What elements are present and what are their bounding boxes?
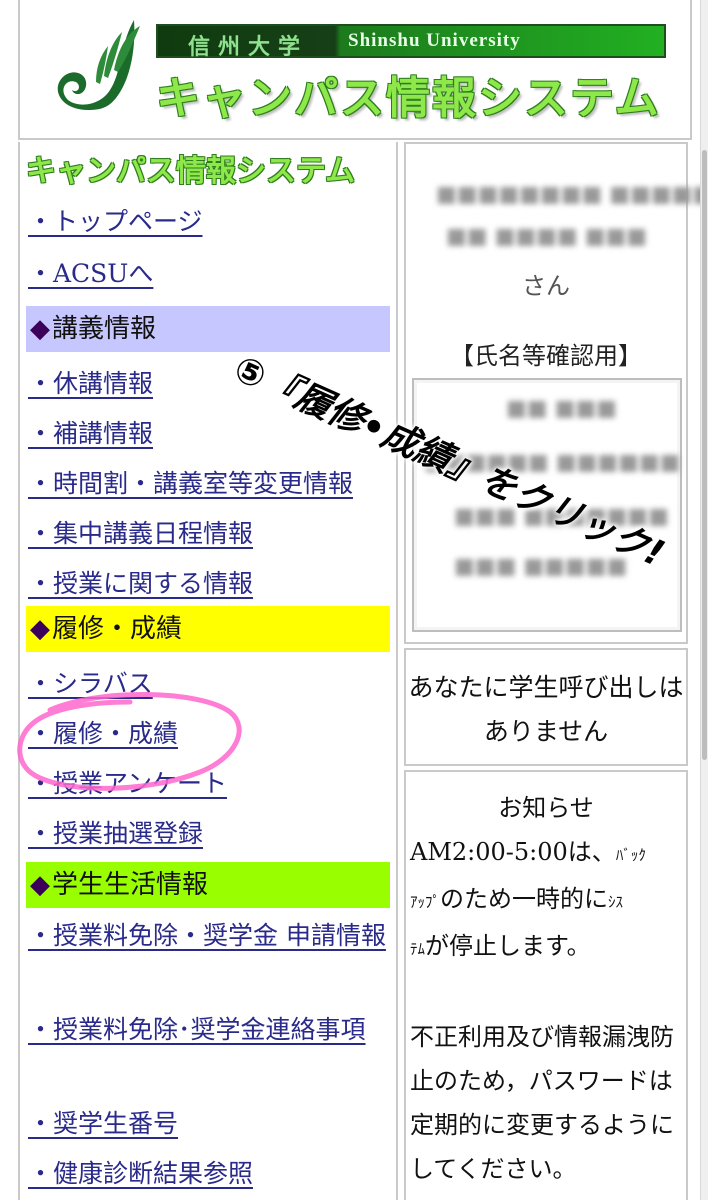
nav-link-tuition-exemption-application[interactable]: ・授業料免除・奨学金 申請情報 [28,912,388,960]
diamond-icon: ◆ [30,870,50,900]
announcements-panel: お知らせ AM2:00-5:00は、ﾊﾞｯｸ ｱｯﾌﾟのため一時的にｼｽ ﾃﾑが… [404,770,688,1200]
left-navigation: キャンパス情報システム ・トップページ ・ACSUへ ◆講義情報 ・休講情報 ・… [18,142,398,1200]
nav-link-timetable-changes[interactable]: ・時間割・講義室等変更情報 [28,464,353,500]
blurred-details-box: ■■ ■■■ ■■■■■■ ■■■■■■ ■■■ ■■■■■■■ ■■■ ■■■… [412,378,682,632]
nav-title: キャンパス情報システム [26,154,356,189]
nav-link-tuition-exemption-notices[interactable]: ・授業料免除･奨学金連絡事項 [28,1006,388,1054]
system-title: キャンパス情報システム [156,73,661,124]
announcement-maintenance: AM2:00-5:00は、ﾊﾞｯｸ ｱｯﾌﾟのため一時的にｼｽ ﾃﾑが停止します… [410,838,646,960]
confirm-label: 【氏名等確認用】 [450,342,642,370]
page: 信州大学 Shinshu University キャンパス情報システム キャンパ… [0,0,708,1200]
university-logo-icon [57,20,140,110]
nav-link-makeup-lectures[interactable]: ・補講情報 [28,414,153,450]
name-suffix: さん [522,272,570,300]
section-label: 履修・成績 [52,614,183,644]
section-header-registration: ◆履修・成績 [26,606,390,652]
section-label: 講義情報 [52,314,157,344]
nav-link-class-info[interactable]: ・授業に関する情報 [28,564,253,600]
nav-link-scholarship-number[interactable]: ・奨学生番号 [28,1104,178,1140]
site-header: 信州大学 Shinshu University キャンパス情報システム [18,0,692,140]
nav-link-top-page[interactable]: ・トップページ [28,202,203,238]
user-info-panel: ■■■■■■■■ ■■■■■ ■■ ■■■■ ■■■ さん 【氏名等確認用】 ■… [404,142,708,644]
nav-link-class-survey[interactable]: ・授業アンケート [28,764,227,800]
nav-link-registration-grades[interactable]: ・履修・成績 [28,714,178,750]
university-name-bar: 信州大学 Shinshu University [156,24,666,60]
nav-link-cancelled-lectures[interactable]: ・休講情報 [28,364,153,400]
section-label: 学生生活情報 [52,870,209,900]
nav-link-acsu[interactable]: ・ACSUへ [28,254,153,290]
nav-link-health-checkup[interactable]: ・健康診断結果参照 [28,1154,253,1190]
diamond-icon: ◆ [30,614,50,644]
student-call-text: あなたに学生呼び出しはありません [408,673,684,746]
nav-link-intensive-lectures[interactable]: ・集中講義日程情報 [28,514,253,550]
scrollbar[interactable] [700,0,708,1200]
announcements-title: お知らせ [498,794,594,822]
announcement-password: 不正利用及び情報漏洩防止のため，パスワードは定期的に変更するようにしてください。 [410,1023,674,1183]
diamond-icon: ◆ [30,314,50,344]
nav-link-syllabus[interactable]: ・シラバス [28,664,153,700]
university-name-en: Shinshu University [348,30,521,51]
student-call-notice: あなたに学生呼び出しはありません [404,648,688,766]
section-header-student-life: ◆学生生活情報 [26,862,390,908]
nav-link-class-lottery[interactable]: ・授業抽選登録 [28,814,203,850]
university-name-jp: 信州大学 [188,35,309,60]
section-header-lecture: ◆講義情報 [26,306,390,352]
scrollbar-thumb[interactable] [702,150,707,760]
